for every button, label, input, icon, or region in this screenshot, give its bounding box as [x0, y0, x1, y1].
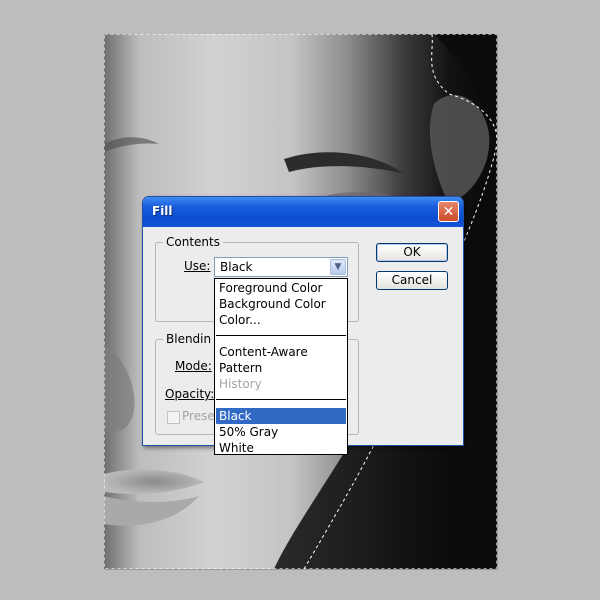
- mode-label: Mode:: [175, 359, 212, 373]
- option-pattern[interactable]: Pattern: [216, 360, 346, 376]
- dropdown-separator: [216, 399, 346, 400]
- option-black[interactable]: Black: [216, 408, 346, 424]
- title-bar[interactable]: Fill ✕: [143, 197, 463, 227]
- contents-legend: Contents: [163, 235, 223, 249]
- dropdown-separator: [216, 335, 346, 336]
- option-50-gray[interactable]: 50% Gray: [216, 424, 346, 440]
- use-dropdown-list: Foreground Color Background Color Color.…: [214, 278, 348, 455]
- cancel-button[interactable]: Cancel: [376, 271, 448, 290]
- option-content-aware[interactable]: Content-Aware: [216, 344, 346, 360]
- option-color[interactable]: Color...: [216, 312, 346, 328]
- dialog-title: Fill: [152, 204, 173, 218]
- close-icon[interactable]: ✕: [438, 201, 459, 222]
- use-select[interactable]: Black ▼: [214, 257, 348, 277]
- use-select-value: Black: [220, 260, 253, 274]
- preserve-transparency-checkbox[interactable]: [167, 411, 180, 424]
- option-foreground-color[interactable]: Foreground Color: [216, 280, 346, 296]
- chevron-down-icon[interactable]: ▼: [330, 259, 346, 275]
- option-white[interactable]: White: [216, 440, 346, 456]
- preserve-transparency-label: Prese: [182, 409, 215, 423]
- option-background-color[interactable]: Background Color: [216, 296, 346, 312]
- use-label: Use:: [184, 259, 211, 273]
- ok-button[interactable]: OK: [376, 243, 448, 262]
- option-history: History: [219, 377, 262, 391]
- blending-legend: Blendin: [163, 332, 215, 346]
- opacity-label: Opacity:: [165, 387, 215, 401]
